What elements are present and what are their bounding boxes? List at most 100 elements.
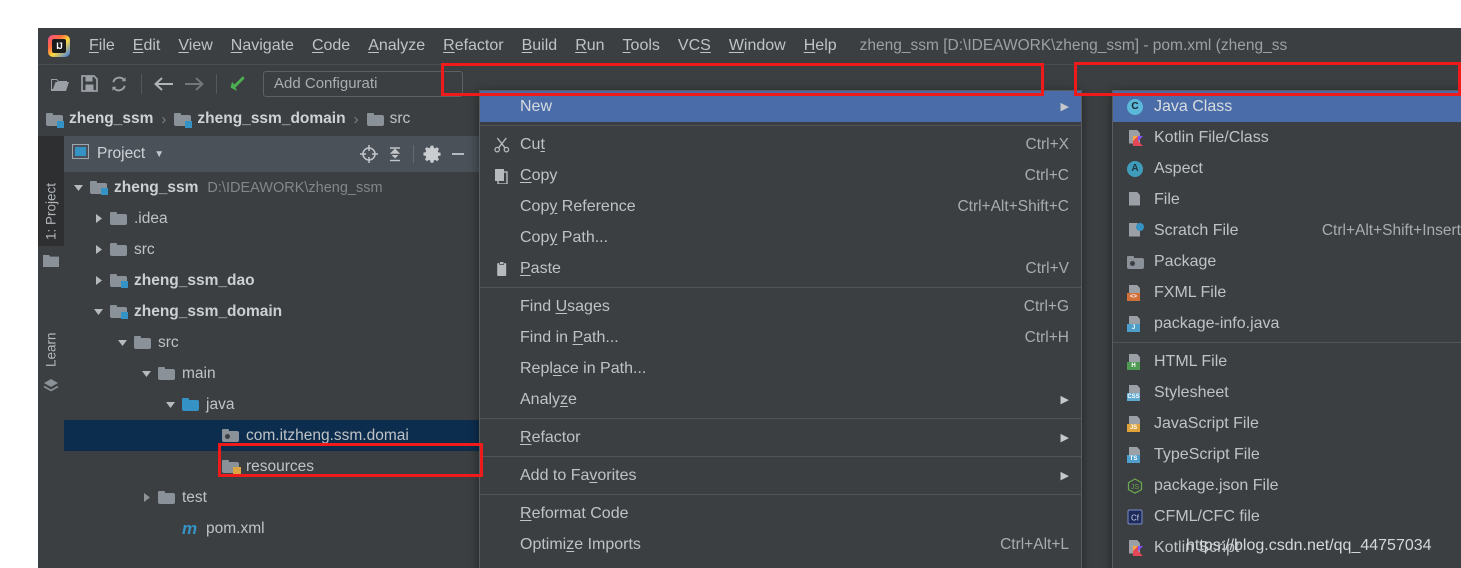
tree-row-package-com-itzheng-ssm-domain[interactable]: com.itzheng.ssm.domai — [64, 420, 479, 451]
chevron-down-icon[interactable]: ▼ — [154, 149, 164, 160]
breadcrumb-item-zheng-ssm[interactable]: zheng_ssm — [46, 110, 153, 128]
submenu-item-package[interactable]: Package — [1113, 246, 1461, 277]
submenu-item-fxml-file[interactable]: <> FXML File — [1113, 277, 1461, 308]
menu-item-build[interactable]: Build — [513, 33, 567, 59]
expanded-arrow-icon[interactable] — [92, 305, 105, 318]
tree-row-zheng-ssm[interactable]: zheng_ssm D:\IDEAWORK\zheng_ssm — [64, 172, 479, 203]
folder-icon — [134, 335, 151, 350]
tool-window-strip: 1: Project Learn — [38, 136, 65, 568]
tree-row-pom-xml[interactable]: m pom.xml — [64, 513, 479, 544]
collapse-all-icon[interactable] — [382, 141, 408, 167]
tree-row-resources[interactable]: resources — [64, 451, 479, 482]
sync-refresh-icon[interactable] — [104, 69, 134, 99]
expanded-arrow-icon[interactable] — [116, 336, 129, 349]
menu-item-code[interactable]: Code — [303, 33, 359, 59]
context-menu-item-refactor[interactable]: Refactor ▶ — [480, 422, 1081, 453]
menu-item-run[interactable]: Run — [566, 33, 613, 59]
expanded-arrow-icon[interactable] — [164, 398, 177, 411]
context-menu-item-optimize-imports[interactable]: Optimize Imports Ctrl+Alt+L — [480, 529, 1081, 560]
menu-item-tools[interactable]: Tools — [614, 33, 669, 59]
context-menu-label: New — [520, 97, 553, 115]
learn-book-icon — [43, 378, 59, 394]
context-menu-item-cut[interactable]: Cut Ctrl+X — [480, 129, 1081, 160]
hide-icon[interactable] — [445, 141, 471, 167]
submenu-item-kotlin-file-class[interactable]: Kotlin File/Class — [1113, 122, 1461, 153]
submenu-item-kotlin-worksheet[interactable]: Kotlin Worksheet — [1113, 563, 1461, 568]
menu-separator — [480, 494, 1081, 495]
context-menu-item-add-to-favorites[interactable]: Add to Favorites ▶ — [480, 460, 1081, 491]
breadcrumb-item-zheng-ssm-domain[interactable]: zheng_ssm_domain — [174, 110, 346, 128]
context-menu-item-delete[interactable]: Delete... Ctrl+Alt+O — [480, 560, 1081, 568]
tree-row-java[interactable]: java — [64, 389, 479, 420]
context-menu-item-find-usages[interactable]: Find Usages Ctrl+G — [480, 291, 1081, 322]
back-arrow-icon[interactable] — [149, 69, 179, 99]
menu-item-edit[interactable]: Edit — [124, 33, 170, 59]
tree-row-zheng-ssm-domain[interactable]: zheng_ssm_domain — [64, 296, 479, 327]
open-folder-icon[interactable] — [44, 69, 74, 99]
tree-row-main[interactable]: main — [64, 358, 479, 389]
submenu-item-scratch-file[interactable]: Scratch File Ctrl+Alt+Shift+Insert — [1113, 215, 1461, 246]
context-menu-item-reformat-code[interactable]: Reformat Code — [480, 498, 1081, 529]
submenu-item-html-file[interactable]: H HTML File — [1113, 346, 1461, 377]
menu-item-navigate[interactable]: Navigate — [222, 33, 303, 59]
menu-item-window[interactable]: Window — [720, 33, 795, 59]
locate-target-icon[interactable] — [356, 141, 382, 167]
tree-row-zheng-ssm-dao[interactable]: zheng_ssm_dao — [64, 265, 479, 296]
menu-item-view[interactable]: View — [169, 33, 221, 59]
submenu-label: Package — [1154, 252, 1217, 270]
tree-row-src-top[interactable]: src — [64, 234, 479, 265]
menu-item-file[interactable]: File — [80, 33, 124, 59]
submenu-label: Stylesheet — [1154, 383, 1229, 401]
context-menu-item-new[interactable]: New ▶ — [480, 91, 1081, 122]
module-folder-icon — [46, 113, 64, 128]
submenu-item-java-class[interactable]: C Java Class — [1113, 91, 1461, 122]
submenu-item-package-json-file[interactable]: JS package.json File — [1113, 470, 1461, 501]
context-menu-item-copy-path[interactable]: Copy Path... — [480, 222, 1081, 253]
submenu-item-file[interactable]: File — [1113, 184, 1461, 215]
menu-item-refactor[interactable]: Refactor — [434, 33, 512, 59]
collapsed-arrow-icon[interactable] — [140, 491, 153, 504]
tree-row-idea[interactable]: .idea — [64, 203, 479, 234]
screenshot-root: IJ File Edit View Navigate Code Analyze … — [0, 0, 1461, 568]
context-menu-item-copy[interactable]: Copy Ctrl+C — [480, 160, 1081, 191]
forward-arrow-icon[interactable] — [179, 69, 209, 99]
breadcrumb-item-src[interactable]: src — [366, 110, 410, 128]
sidebar-item-project[interactable]: 1: Project — [38, 136, 64, 246]
submenu-item-aspect[interactable]: A Aspect — [1113, 153, 1461, 184]
expanded-arrow-icon[interactable] — [72, 181, 85, 194]
build-hammer-icon[interactable] — [224, 69, 254, 99]
submenu-item-javascript-file[interactable]: JS JavaScript File — [1113, 408, 1461, 439]
tree-row-src[interactable]: src — [64, 327, 479, 358]
collapsed-arrow-icon[interactable] — [92, 274, 105, 287]
breadcrumb-separator: › — [353, 110, 359, 128]
collapsed-arrow-icon[interactable] — [92, 212, 105, 225]
tree-row-test[interactable]: test — [64, 482, 479, 513]
context-menu-item-find-in-path[interactable]: Find in Path... Ctrl+H — [480, 322, 1081, 353]
submenu-item-stylesheet[interactable]: CSS Stylesheet — [1113, 377, 1461, 408]
context-menu-item-replace-in-path[interactable]: Replace in Path... — [480, 353, 1081, 384]
submenu-item-typescript-file[interactable]: TS TypeScript File — [1113, 439, 1461, 470]
context-menu-item-copy-reference[interactable]: Copy Reference Ctrl+Alt+Shift+C — [480, 191, 1081, 222]
toolbar-divider-1 — [141, 73, 142, 94]
submenu-item-cfml-cfc-file[interactable]: Cf CFML/CFC file — [1113, 501, 1461, 532]
page-margin-top — [0, 0, 1461, 28]
menu-item-vcs[interactable]: VCS — [669, 33, 720, 59]
settings-gear-icon[interactable] — [419, 141, 445, 167]
save-all-icon[interactable] — [74, 69, 104, 99]
menu-item-analyze[interactable]: Analyze — [359, 33, 434, 59]
run-configuration-selector[interactable]: Add Configurati — [263, 70, 463, 97]
tree-row-label: zheng_ssm_domain — [134, 302, 283, 320]
submenu-label: Aspect — [1154, 159, 1203, 177]
sidebar-item-learn[interactable]: Learn — [38, 301, 64, 373]
collapsed-arrow-icon[interactable] — [92, 243, 105, 256]
submenu-arrow-icon: ▶ — [1060, 432, 1069, 444]
menu-item-help[interactable]: Help — [795, 33, 846, 59]
context-menu-shortcut: Ctrl+V — [1025, 259, 1070, 277]
context-menu-item-paste[interactable]: Paste Ctrl+V — [480, 253, 1081, 284]
aspect-icon: A — [1123, 160, 1147, 177]
context-menu-item-analyze[interactable]: Analyze ▶ — [480, 384, 1081, 415]
expanded-arrow-icon[interactable] — [140, 367, 153, 380]
submenu-item-package-info-java[interactable]: J package-info.java — [1113, 308, 1461, 339]
folder-icon — [158, 490, 175, 505]
module-folder-icon — [174, 113, 193, 128]
